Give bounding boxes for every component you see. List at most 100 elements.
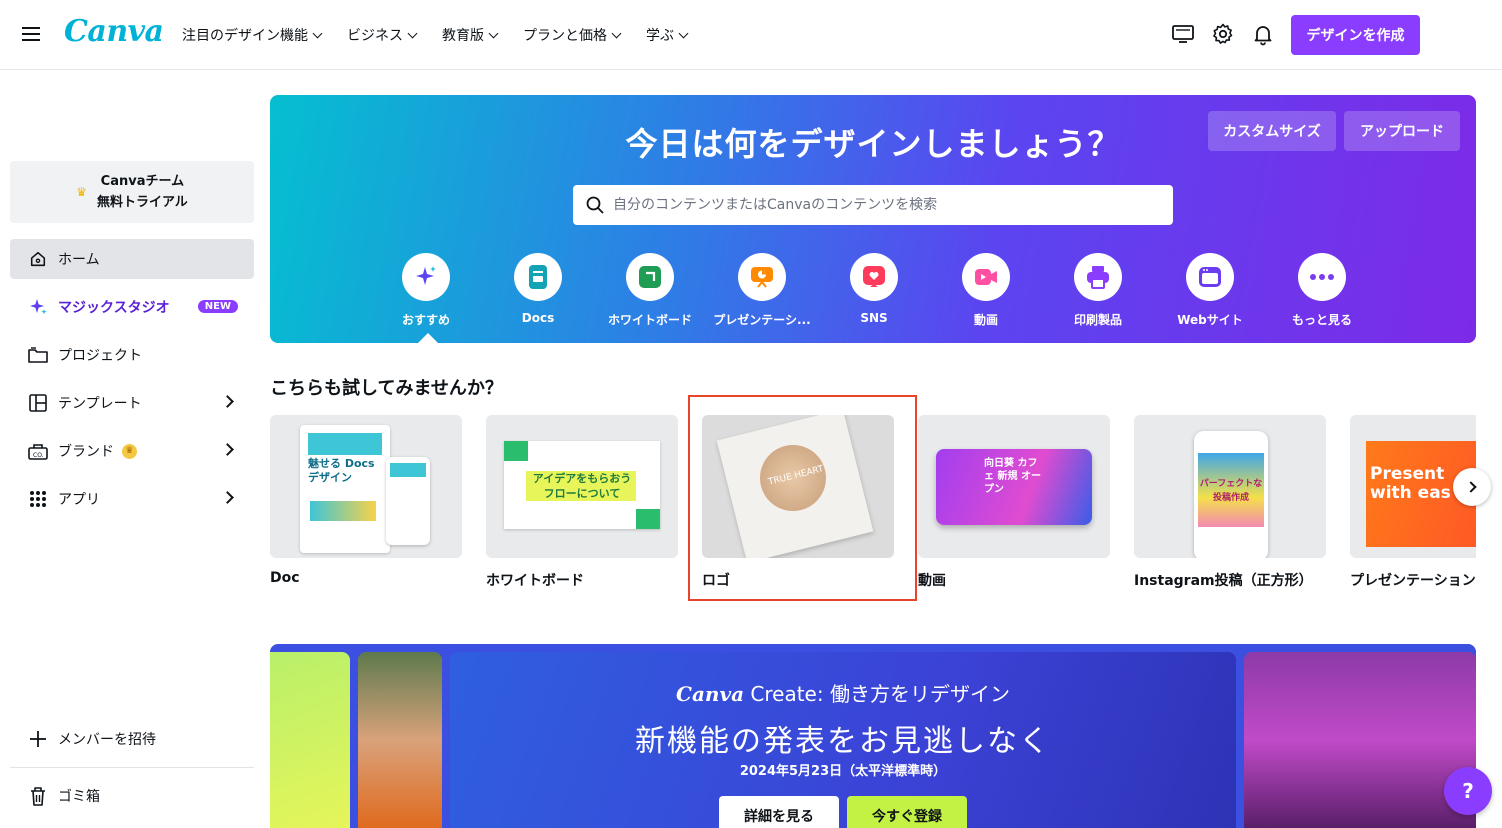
sidebar-item-label: ブランド [58, 444, 114, 460]
card-video[interactable]: 向日葵 カフェ 新規 オープン 動画 [918, 415, 1110, 590]
category-label: SNS [860, 311, 888, 325]
category-video[interactable]: 動画 [930, 253, 1042, 328]
crown-icon: ♛ [122, 443, 137, 459]
trash-label: ゴミ箱 [58, 789, 100, 805]
card-thumbnail: パーフェクトな 投稿作成 [1134, 415, 1326, 558]
nav-pricing[interactable]: プランと価格 [523, 24, 622, 46]
website-icon [1186, 253, 1234, 301]
bell-icon[interactable] [1251, 22, 1275, 46]
register-button[interactable]: 今すぐ登録 [847, 796, 967, 828]
card-label: 動画 [918, 573, 946, 589]
category-label: ホワイトボード [607, 313, 692, 327]
video-icon [962, 253, 1010, 301]
trial-text: Canvaチーム 無料トライアル [97, 171, 188, 213]
monitor-icon[interactable] [1171, 22, 1195, 46]
trash-button[interactable]: ゴミ箱 [10, 776, 254, 816]
new-badge: NEW [197, 300, 238, 313]
card-doc[interactable]: 魅せる Docsデザイン Doc [270, 415, 462, 586]
gear-icon[interactable] [1211, 22, 1235, 46]
category-whiteboard[interactable]: ホワイトボード [594, 253, 706, 328]
thumb-text: アイデアをもらおう フローについて [532, 472, 632, 500]
category-label: Docs [521, 311, 555, 325]
custom-size-button[interactable]: カスタムサイズ [1208, 111, 1336, 151]
card-whiteboard[interactable]: アイデアをもらおう フローについて ホワイトボード [486, 415, 678, 590]
category-website[interactable]: Webサイト [1154, 253, 1266, 328]
team-trial-button[interactable]: ♛ Canvaチーム 無料トライアル [10, 161, 254, 223]
category-label: もっと見る [1291, 313, 1352, 327]
sidebar-divider [10, 767, 254, 768]
banner-date: 2024年5月23日（太平洋標準時） [739, 764, 947, 779]
invite-members-button[interactable]: メンバーを招待 [10, 719, 254, 759]
sidebar-item-projects[interactable]: プロジェクト [10, 335, 254, 375]
nav-label: ビジネス [347, 28, 403, 44]
search-bar [573, 185, 1173, 225]
banner-photo-speaker [1244, 652, 1476, 828]
chevron-down-icon [678, 28, 689, 38]
suggestions-title: こちらも試してみませんか？ [270, 378, 503, 399]
plus-icon [28, 729, 48, 749]
create-design-button[interactable]: デザインを作成 [1291, 15, 1420, 55]
category-presentation[interactable]: プレゼンテーシ... [706, 253, 818, 328]
nav-label: プランと価格 [523, 28, 607, 44]
brand-icon: CO. [28, 441, 48, 461]
banner-decoration [270, 652, 350, 828]
card-thumbnail: 向日葵 カフェ 新規 オープン [918, 415, 1110, 558]
sidebar-item-label: ホーム [58, 252, 100, 268]
hamburger-menu-icon[interactable] [20, 23, 42, 47]
category-label: 印刷製品 [1073, 313, 1122, 327]
carousel-next-button[interactable] [1453, 468, 1491, 506]
card-presentation[interactable]: Present with eas プレゼンテーション [1350, 415, 1476, 590]
category-more[interactable]: もっと見る [1266, 253, 1378, 328]
card-thumbnail: 魅せる Docsデザイン [270, 415, 462, 558]
sidebar-item-home[interactable]: ホーム [10, 239, 254, 279]
selected-category-caret [418, 333, 438, 343]
crown-icon: ♛ [76, 185, 87, 199]
category-docs[interactable]: Docs [482, 253, 594, 328]
card-label: ホワイトボード [486, 573, 584, 589]
category-label: おすすめ [401, 313, 450, 327]
trial-line2: 無料トライアル [96, 195, 188, 210]
sidebar-item-label: マジックスタジオ [58, 300, 170, 316]
suggestion-cards: 魅せる Docsデザイン Doc アイデアをもらおう フローについて ホワイトボ… [270, 415, 1476, 605]
card-instagram[interactable]: パーフェクトな 投稿作成 Instagram投稿（正方形） [1134, 415, 1326, 590]
card-label: プレゼンテーション [1350, 573, 1476, 589]
help-button[interactable]: ? [1444, 767, 1492, 815]
details-button[interactable]: 詳細を見る [719, 796, 839, 828]
chevron-down-icon [407, 28, 418, 38]
more-icon [1298, 253, 1346, 301]
nav-label: 学ぶ [646, 28, 674, 44]
banner-main: Canva Create: 働き方をリデザイン 新機能の発表をお見逃しなく 20… [450, 652, 1236, 828]
category-label: 動画 [973, 313, 998, 327]
doc-icon [514, 253, 562, 301]
thumb-text: パーフェクトな 投稿作成 [1199, 479, 1263, 503]
heart-icon [850, 253, 898, 301]
chevron-down-icon [611, 28, 622, 38]
category-sns[interactable]: SNS [818, 253, 930, 328]
template-icon [28, 393, 48, 413]
sidebar-item-brand[interactable]: CO. ブランド ♛ [10, 431, 254, 471]
promo-banner[interactable]: Canva Create: 働き方をリデザイン 新機能の発表をお見逃しなく 20… [270, 644, 1476, 828]
nav-education[interactable]: 教育版 [442, 24, 499, 46]
category-recommended[interactable]: おすすめ [370, 253, 482, 328]
nav-business[interactable]: ビジネス [347, 24, 418, 46]
search-input[interactable] [613, 197, 1153, 213]
banner-brand-logo: Canva [676, 682, 745, 706]
card-thumbnail: アイデアをもらおう フローについて [486, 415, 678, 558]
canva-logo[interactable]: Canva [64, 14, 164, 49]
chevron-right-icon [221, 491, 234, 504]
category-print[interactable]: 印刷製品 [1042, 253, 1154, 328]
sidebar-item-templates[interactable]: テンプレート [10, 383, 254, 423]
chevron-right-icon [221, 443, 234, 456]
upload-button[interactable]: アップロード [1344, 111, 1460, 151]
whiteboard-icon [626, 253, 674, 301]
hero-banner: 今日は何をデザインしましょう？ カスタムサイズ アップロード おすすめ Docs… [270, 95, 1476, 343]
nav-featured[interactable]: 注目のデザイン機能 [182, 24, 323, 46]
apps-grid-icon [28, 489, 48, 509]
nav-learn[interactable]: 学ぶ [646, 24, 689, 46]
sidebar-item-magic-studio[interactable]: マジックスタジオ NEW [10, 287, 254, 327]
thumb-text: 魅せる Docsデザイン [308, 457, 375, 484]
nav-label: 教育版 [442, 28, 484, 44]
card-logo[interactable]: TRUE HEART ロゴ [702, 415, 894, 590]
card-label: ロゴ [702, 573, 730, 589]
sidebar-item-apps[interactable]: アプリ [10, 479, 254, 519]
